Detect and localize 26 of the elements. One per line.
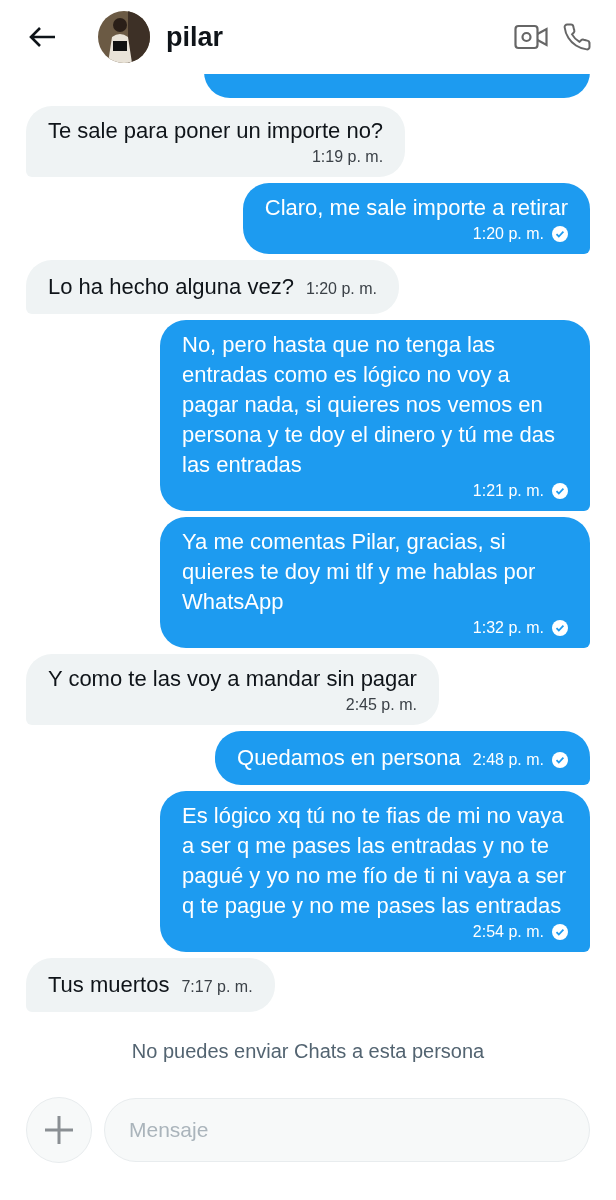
- avatar[interactable]: [98, 11, 150, 63]
- message-time: 7:17 p. m.: [181, 977, 253, 997]
- message-time: 2:54 p. m.: [472, 922, 544, 942]
- phone-icon[interactable]: [562, 22, 592, 52]
- message-time: 1:20 p. m.: [305, 279, 378, 299]
- message-text: No, pero hasta que no tenga las entradas como es lógico no voy a pagar nada, si quieres nos vemos en persona y te doy el dinero y tú me das las entradas: [182, 332, 555, 477]
- message-time: 1:20 p. m.: [472, 224, 544, 244]
- contact-name: pilar: [166, 21, 225, 53]
- message-text: Tus muertos: [48, 971, 170, 999]
- plus-icon: [44, 1115, 74, 1145]
- message-field[interactable]: Mensaje: [104, 1098, 590, 1162]
- message-text: Claro, me sale importe a retirar: [264, 195, 568, 220]
- message-time: 1:32 p. m.: [472, 618, 544, 638]
- message-time: 1:21 p. m.: [472, 481, 544, 501]
- message-text: Te sale para poner un importe no?: [48, 118, 384, 143]
- message-time: 2:45 p. m.: [345, 695, 417, 715]
- message-text: Lo ha hecho alguna vez?: [48, 273, 294, 301]
- message-text: Quedamos en persona: [237, 744, 461, 772]
- message-text: Y como te las voy a mandar sin pagar: [48, 666, 417, 691]
- back-arrow-icon[interactable]: [28, 26, 56, 48]
- notice-text: No puedes enviar Chats a esta persona: [131, 1040, 485, 1062]
- message-text: Ya me comentas Pilar, gracias, si quieres te doy mi tlf y me hablas por WhatsApp: [182, 529, 536, 614]
- message-time: 2:48 p. m.: [472, 750, 544, 770]
- message-time: 1:19 p. m.: [311, 147, 384, 167]
- video-call-icon[interactable]: [514, 23, 548, 51]
- message-text: Es lógico xq tú no te fias de mi no vaya a ser q me pases las entradas y no te pagué y yo no me fío de ti ni vaya a ser q te pague y no me pases las entradas: [182, 803, 566, 918]
